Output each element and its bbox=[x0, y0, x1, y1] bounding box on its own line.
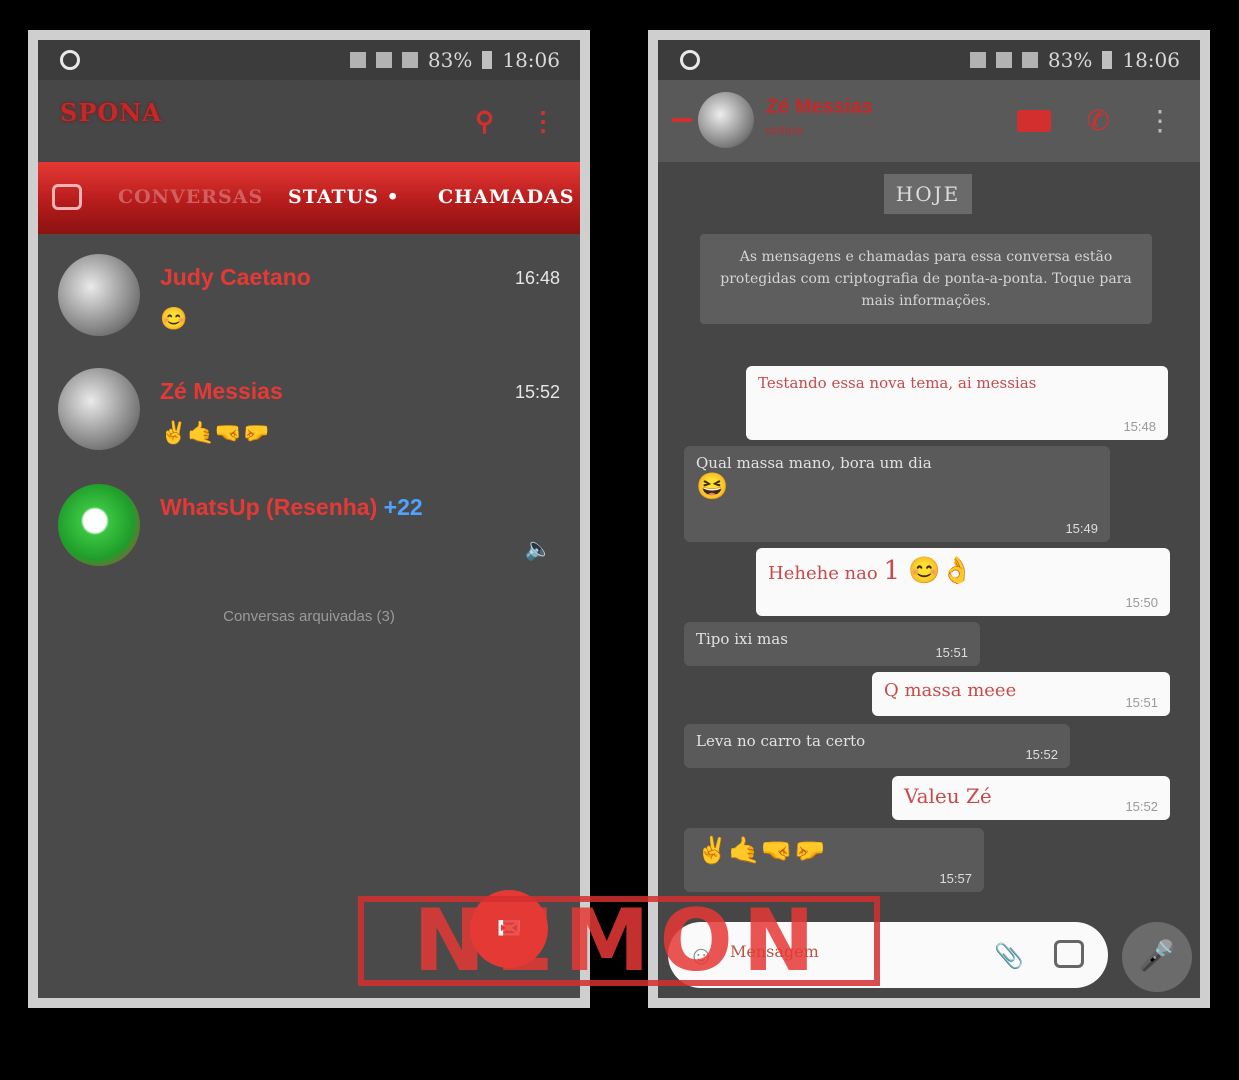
chat-name-text: WhatsUp (Resenha) bbox=[160, 494, 378, 520]
chat-list-screen: 83% 18:06 SPONA ⚲ ⋮ CONVERSAS STATUS • C… bbox=[38, 40, 580, 998]
message-out[interactable]: Hehehe nao 1 😊👌 15:50 bbox=[756, 548, 1170, 616]
message-in[interactable]: Qual massa mano, bora um dia 😆 15:49 bbox=[684, 446, 1110, 542]
message-emoji: 1 😊👌 bbox=[883, 556, 974, 586]
chat-list-item[interactable]: WhatsUp (Resenha) +22 🔈 bbox=[38, 476, 580, 586]
clock: 18:06 bbox=[502, 48, 560, 72]
camera-icon[interactable] bbox=[1054, 940, 1084, 968]
message-text: Tipo ixi mas bbox=[696, 630, 788, 648]
chat-list-item[interactable]: Judy Caetano 16:48 😊 bbox=[38, 246, 580, 356]
message-in[interactable]: ✌️🤙🤜🤛 15:57 bbox=[684, 828, 984, 892]
attach-icon[interactable]: 📎 bbox=[994, 942, 1024, 971]
chat-time: 15:52 bbox=[514, 382, 560, 402]
message-out[interactable]: Valeu Zé 15:52 bbox=[892, 776, 1170, 820]
status-bar: 83% 18:06 bbox=[658, 40, 1200, 80]
message-time: 15:49 bbox=[1065, 521, 1098, 536]
chat-list-item[interactable]: Zé Messias 15:52 ✌️🤙🤜🤛 bbox=[38, 360, 580, 470]
notification-icon bbox=[349, 52, 366, 68]
message-in[interactable]: Tipo ixi mas 15:51 bbox=[684, 622, 980, 666]
signal-icon bbox=[1021, 52, 1038, 68]
chat-preview: ✌️🤙🤜🤛 bbox=[160, 420, 270, 445]
search-icon[interactable]: ⚲ bbox=[475, 106, 494, 137]
settings-icon bbox=[680, 50, 700, 70]
battery-percent: 83% bbox=[1047, 48, 1093, 72]
encryption-notice[interactable]: As mensagens e chamadas para essa conver… bbox=[700, 234, 1152, 324]
message-out[interactable]: Q massa meee 15:51 bbox=[872, 672, 1170, 716]
contact-name[interactable]: Zé Messias bbox=[766, 96, 873, 119]
unread-badge: +22 bbox=[383, 494, 423, 520]
chat-name: Zé Messias bbox=[160, 378, 283, 404]
back-arrow-icon[interactable] bbox=[672, 118, 692, 122]
archived-chats-link[interactable]: Conversas arquivadas (3) bbox=[38, 608, 580, 625]
message-time: 15:52 bbox=[1025, 747, 1058, 762]
signal-icon bbox=[401, 52, 418, 68]
message-time: 15:52 bbox=[1125, 799, 1158, 814]
message-emoji: 😆 bbox=[696, 472, 729, 502]
message-time: 15:57 bbox=[939, 871, 972, 886]
message-text: Hehehe nao bbox=[768, 563, 884, 584]
message-emoji: ✌️🤙🤜🤛 bbox=[696, 836, 826, 866]
avatar bbox=[58, 484, 140, 566]
chat-time: 16:48 bbox=[514, 268, 560, 288]
tab-status[interactable]: STATUS • bbox=[288, 186, 400, 208]
battery-percent: 83% bbox=[427, 48, 473, 72]
chat-name: Judy Caetano bbox=[160, 264, 311, 290]
battery-icon bbox=[482, 51, 493, 69]
battery-icon bbox=[1102, 51, 1113, 69]
voice-call-icon[interactable]: ✆ bbox=[1087, 104, 1110, 137]
chat-preview: 😊 bbox=[160, 306, 188, 331]
camera-icon[interactable] bbox=[52, 184, 82, 210]
mic-button[interactable]: 🎤 bbox=[1122, 922, 1192, 992]
tab-bar: CONVERSAS STATUS • CHAMADAS bbox=[38, 162, 580, 234]
message-time: 15:51 bbox=[1125, 695, 1158, 710]
status-bar: 83% 18:06 bbox=[38, 40, 580, 80]
message-time: 15:50 bbox=[1125, 595, 1158, 610]
message-time: 15:48 bbox=[1123, 419, 1156, 434]
watermark-logo: NEMON bbox=[358, 896, 880, 986]
clock: 18:06 bbox=[1122, 48, 1180, 72]
message-text: Leva no carro ta certo bbox=[696, 732, 866, 750]
message-text: Testando essa nova tema, ai messias bbox=[758, 374, 1037, 392]
chat-name: WhatsUp (Resenha) +22 bbox=[160, 494, 423, 521]
contact-status: online bbox=[766, 122, 804, 138]
contact-avatar[interactable] bbox=[698, 92, 754, 148]
app-logo: SPONA bbox=[60, 98, 162, 127]
wifi-icon bbox=[995, 52, 1012, 68]
settings-icon bbox=[60, 50, 80, 70]
message-out[interactable]: Testando essa nova tema, ai messias 15:4… bbox=[746, 366, 1168, 440]
message-text: Qual massa mano, bora um dia bbox=[696, 454, 932, 472]
conversation-header: Zé Messias online ✆ ⋮ bbox=[658, 80, 1200, 162]
video-call-icon[interactable] bbox=[1016, 109, 1051, 132]
more-options-icon[interactable]: ⋮ bbox=[1146, 104, 1174, 137]
avatar bbox=[58, 368, 140, 450]
wifi-icon bbox=[375, 52, 392, 68]
conversation-screen: 83% 18:06 Zé Messias online ✆ ⋮ HOJE As … bbox=[658, 40, 1200, 998]
tab-chats[interactable]: CONVERSAS bbox=[118, 186, 263, 208]
message-text: Valeu Zé bbox=[904, 784, 992, 808]
notification-icon bbox=[969, 52, 986, 68]
left-phone-frame: 83% 18:06 SPONA ⚲ ⋮ CONVERSAS STATUS • C… bbox=[28, 30, 590, 1008]
avatar bbox=[58, 254, 140, 336]
app-bar: SPONA ⚲ ⋮ bbox=[38, 80, 580, 162]
message-text: Q massa meee bbox=[884, 680, 1017, 701]
tab-calls[interactable]: CHAMADAS bbox=[438, 186, 575, 208]
message-time: 15:51 bbox=[935, 645, 968, 660]
date-chip: HOJE bbox=[884, 174, 972, 214]
more-options-icon[interactable]: ⋮ bbox=[530, 106, 556, 137]
muted-icon: 🔈 bbox=[524, 536, 552, 561]
right-phone-frame: 83% 18:06 Zé Messias online ✆ ⋮ HOJE As … bbox=[648, 30, 1210, 1008]
message-in[interactable]: Leva no carro ta certo 15:52 bbox=[684, 724, 1070, 768]
